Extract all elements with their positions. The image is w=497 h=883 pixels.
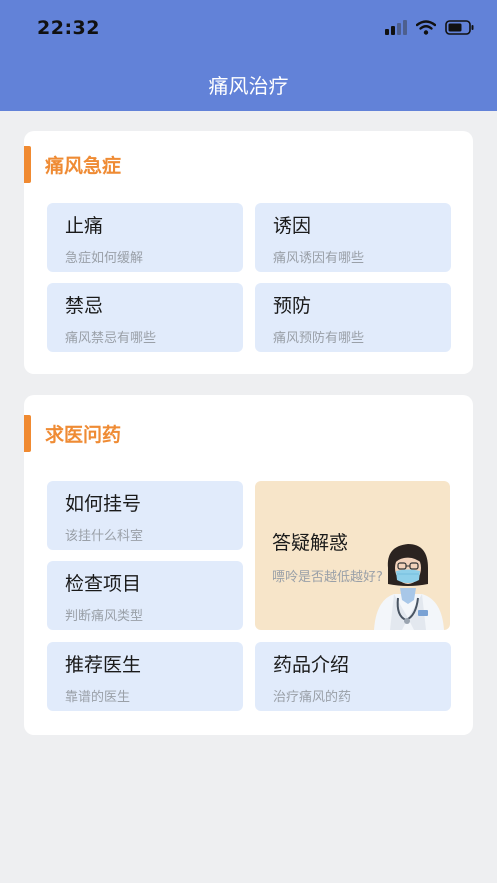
feature-title: 答疑解惑 [272, 532, 349, 554]
doctor-illustration [374, 544, 444, 630]
feature-card-qa[interactable]: 答疑解惑 嘌呤是否越低越好? [255, 481, 450, 630]
tile-taboos[interactable]: 禁忌 痛风禁忌有哪些 [47, 283, 243, 352]
tile-subtitle: 该挂什么科室 [65, 529, 144, 544]
tile-subtitle: 痛风预防有哪些 [273, 331, 365, 346]
tile-subtitle: 判断痛风类型 [65, 609, 144, 624]
status-icons [385, 20, 475, 35]
tile-recommended-doctors[interactable]: 推荐医生 靠谱的医生 [47, 642, 243, 711]
signal-icon [385, 20, 407, 35]
section-card-emergency: 痛风急症 止痛 急症如何缓解 诱因 痛风诱因有哪些 禁忌 痛风禁忌有哪些 预防 … [24, 131, 473, 374]
section-title: 痛风急症 [45, 155, 122, 177]
section-header: 求医问药 [24, 415, 121, 452]
status-time: 22:32 [37, 17, 100, 39]
tile-examinations[interactable]: 检查项目 判断痛风类型 [47, 561, 243, 630]
app-header: 22:32 痛风治疗 [0, 0, 497, 111]
page-title: 痛风治疗 [208, 74, 289, 98]
tile-title: 禁忌 [65, 295, 104, 317]
section-accent-bar [24, 415, 31, 452]
tile-title: 检查项目 [65, 573, 142, 595]
tile-title: 推荐医生 [65, 654, 142, 676]
tile-title: 如何挂号 [65, 493, 142, 515]
tile-title: 预防 [273, 295, 312, 317]
wifi-icon [416, 20, 436, 35]
tile-title: 诱因 [273, 215, 312, 237]
tile-medicines[interactable]: 药品介绍 治疗痛风的药 [255, 642, 451, 711]
section-card-consult: 求医问药 如何挂号 该挂什么科室 检查项目 判断痛风类型 推荐医生 靠谱的医生 … [24, 395, 473, 735]
tile-subtitle: 急症如何缓解 [65, 251, 144, 266]
section-title: 求医问药 [45, 424, 122, 446]
tile-registration[interactable]: 如何挂号 该挂什么科室 [47, 481, 243, 550]
tile-title: 药品介绍 [273, 654, 350, 676]
tile-subtitle: 治疗痛风的药 [273, 690, 352, 705]
tile-causes[interactable]: 诱因 痛风诱因有哪些 [255, 203, 451, 272]
section-header: 痛风急症 [24, 146, 121, 183]
section-accent-bar [24, 146, 31, 183]
tile-title: 止痛 [65, 215, 104, 237]
battery-icon [445, 20, 475, 35]
tile-subtitle: 痛风禁忌有哪些 [65, 331, 157, 346]
tile-pain-relief[interactable]: 止痛 急症如何缓解 [47, 203, 243, 272]
tile-subtitle: 痛风诱因有哪些 [273, 251, 365, 266]
tile-prevention[interactable]: 预防 痛风预防有哪些 [255, 283, 451, 352]
tile-subtitle: 靠谱的医生 [65, 690, 131, 705]
